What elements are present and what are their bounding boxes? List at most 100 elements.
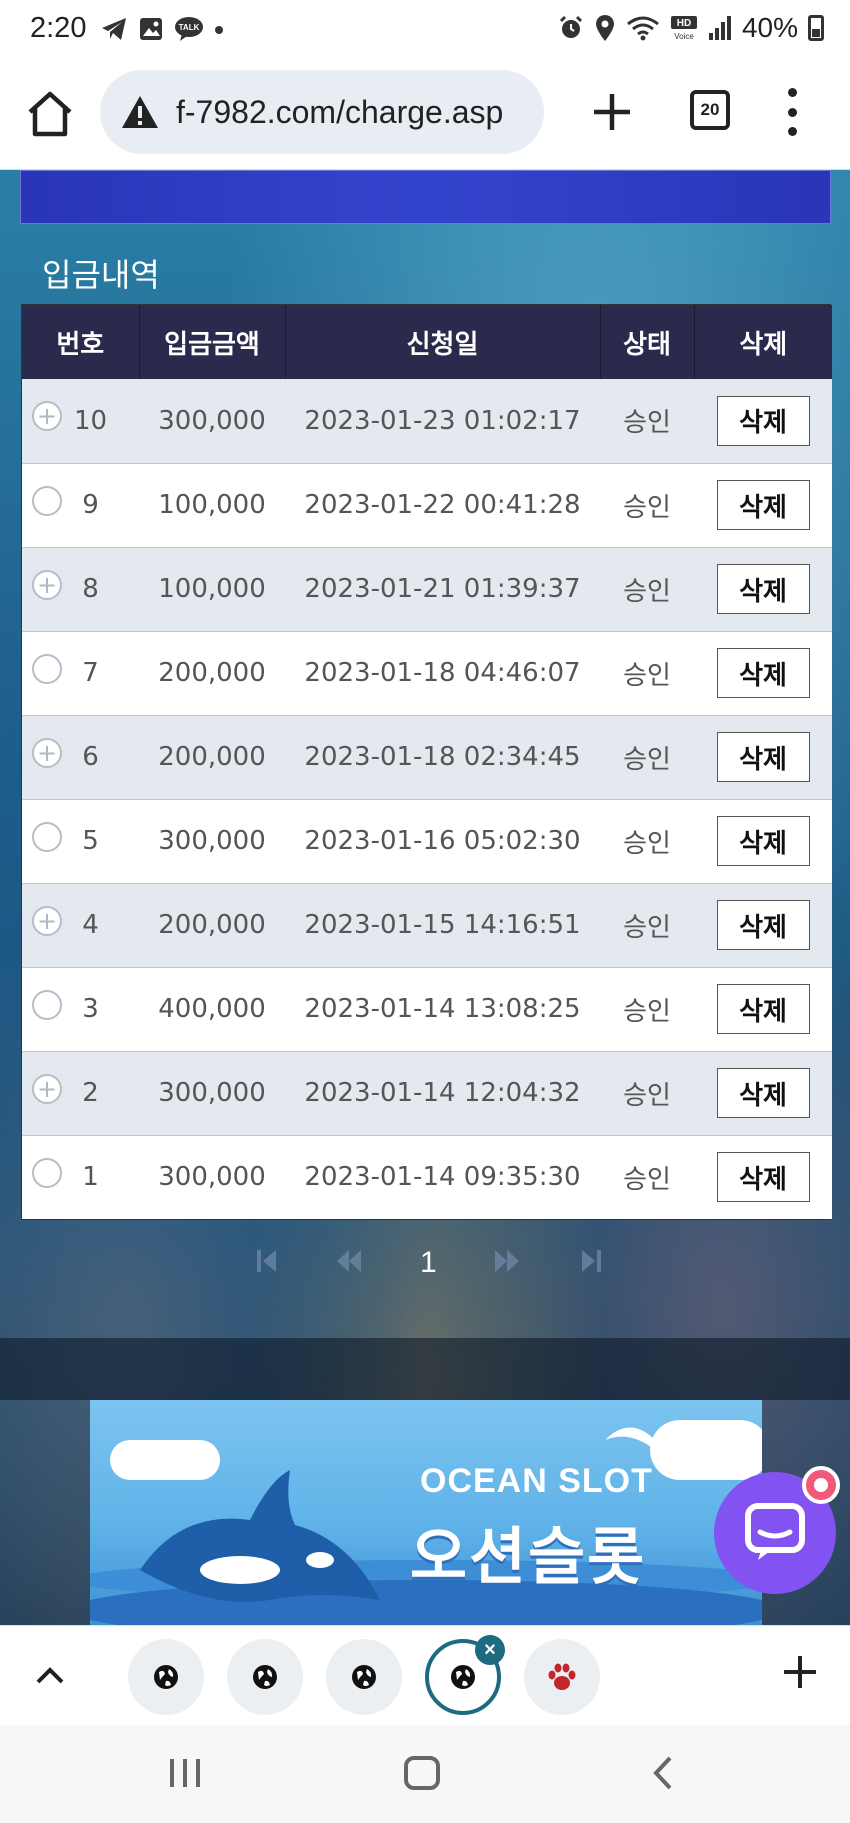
more-menu-icon[interactable] xyxy=(780,88,804,136)
delete-button[interactable]: 삭제 xyxy=(716,816,810,866)
row-delete-cell: 삭제 xyxy=(694,1051,832,1136)
table-row: 6 200,000 2023-01-18 02:34:45 승인 삭제 xyxy=(22,715,832,800)
svg-text:Voice: Voice xyxy=(674,32,694,41)
globe-icon xyxy=(451,1665,475,1689)
delete-button[interactable]: 삭제 xyxy=(716,480,810,530)
svg-text:TALK: TALK xyxy=(179,23,200,32)
deposit-history-table: 번호 입금금액 신청일 상태 삭제 10 300,000 2023-01-23 … xyxy=(21,304,832,1220)
delete-button[interactable]: 삭제 xyxy=(716,984,810,1034)
delete-button[interactable]: 삭제 xyxy=(716,395,810,446)
row-status: 승인 xyxy=(600,547,694,632)
tab-item[interactable] xyxy=(326,1639,402,1715)
row-status: 승인 xyxy=(600,799,694,884)
first-page-icon[interactable] xyxy=(254,1246,280,1276)
tab-strip: × xyxy=(0,1625,850,1725)
delete-button[interactable]: 삭제 xyxy=(716,564,810,614)
delete-button[interactable]: 삭제 xyxy=(716,1068,810,1118)
system-nav-bar xyxy=(0,1725,850,1823)
header-no: 번호 xyxy=(22,305,140,379)
new-tab-icon[interactable] xyxy=(590,90,634,134)
url-text[interactable]: f-7982.com/charge.asp xyxy=(176,94,503,131)
section-title: 입금내역 xyxy=(42,256,160,294)
row-date: 2023-01-22 00:41:28 xyxy=(285,463,600,548)
row-amount: 200,000 xyxy=(139,631,285,716)
delete-button[interactable]: 삭제 xyxy=(716,900,810,950)
chevron-up-icon[interactable] xyxy=(30,1656,70,1696)
tab-item[interactable] xyxy=(227,1639,303,1715)
add-tab-icon[interactable] xyxy=(780,1652,820,1692)
home-icon[interactable] xyxy=(24,88,76,140)
delete-button[interactable]: 삭제 xyxy=(716,1152,810,1203)
telegram-icon xyxy=(102,18,126,40)
row-no-cell: 5 xyxy=(22,799,139,884)
ocean-slot-banner[interactable]: OCEAN SLOT 오션슬롯 xyxy=(90,1400,762,1630)
row-delete-cell: 삭제 xyxy=(694,799,832,884)
row-no: 6 xyxy=(82,742,99,772)
row-delete-cell: 삭제 xyxy=(694,379,832,464)
tab-item-active[interactable]: × xyxy=(425,1635,505,1715)
row-delete-cell: 삭제 xyxy=(694,883,832,968)
last-page-icon[interactable] xyxy=(578,1246,604,1276)
prev-page-icon[interactable] xyxy=(334,1246,364,1276)
row-date: 2023-01-16 05:02:30 xyxy=(285,799,600,884)
globe-icon xyxy=(154,1665,178,1689)
pagination: 1 xyxy=(0,1246,850,1286)
row-delete-cell: 삭제 xyxy=(694,463,832,548)
row-no: 1 xyxy=(82,1162,99,1193)
select-row-radio[interactable] xyxy=(32,821,62,852)
row-amount: 100,000 xyxy=(139,547,285,632)
row-delete-cell: 삭제 xyxy=(694,631,832,716)
row-date: 2023-01-14 13:08:25 xyxy=(285,967,600,1052)
top-banner xyxy=(20,170,831,224)
row-no-cell: 3 xyxy=(22,967,139,1052)
row-amount: 400,000 xyxy=(139,967,285,1052)
row-date: 2023-01-15 14:16:51 xyxy=(285,883,600,968)
table-row: 9 100,000 2023-01-22 00:41:28 승인 삭제 xyxy=(22,463,832,548)
row-amount: 300,000 xyxy=(139,799,285,884)
row-date: 2023-01-14 12:04:32 xyxy=(285,1051,600,1136)
close-tab-icon[interactable]: × xyxy=(475,1635,505,1665)
expand-row-icon[interactable] xyxy=(32,737,62,768)
globe-icon xyxy=(253,1665,277,1689)
row-date: 2023-01-18 04:46:07 xyxy=(285,631,600,716)
home-nav-icon[interactable] xyxy=(402,1753,442,1793)
tab-switcher-button[interactable]: 20 xyxy=(690,90,730,130)
header-amount: 입금금액 xyxy=(139,305,286,379)
row-delete-cell: 삭제 xyxy=(694,715,832,800)
row-no: 10 xyxy=(73,405,108,436)
expand-row-icon[interactable] xyxy=(32,401,62,431)
row-date: 2023-01-23 01:02:17 xyxy=(285,379,600,464)
whale-icon xyxy=(140,1470,380,1602)
expand-row-icon[interactable] xyxy=(32,1073,62,1104)
recent-apps-icon[interactable] xyxy=(168,1753,202,1793)
table-row: 3 400,000 2023-01-14 13:08:25 승인 삭제 xyxy=(22,967,832,1052)
expand-row-icon[interactable] xyxy=(32,905,62,936)
table-row: 1 300,000 2023-01-14 09:35:30 승인 삭제 xyxy=(22,1135,832,1219)
current-page[interactable]: 1 xyxy=(420,1246,437,1280)
table-header-row: 번호 입금금액 신청일 상태 삭제 xyxy=(22,305,832,379)
back-icon[interactable] xyxy=(648,1753,678,1793)
battery-icon xyxy=(808,15,824,41)
tab-item[interactable] xyxy=(128,1639,204,1715)
row-status: 승인 xyxy=(600,1051,694,1136)
row-no: 2 xyxy=(82,1078,99,1108)
row-no: 3 xyxy=(82,994,99,1024)
select-row-radio[interactable] xyxy=(32,1157,62,1188)
tab-item[interactable] xyxy=(524,1639,600,1715)
row-no-cell: 6 xyxy=(22,715,139,800)
expand-row-icon[interactable] xyxy=(32,569,62,600)
row-no-cell: 8 xyxy=(22,547,139,632)
select-row-radio[interactable] xyxy=(32,989,62,1020)
select-row-radio[interactable] xyxy=(32,485,62,516)
alarm-icon xyxy=(559,15,583,38)
next-page-icon[interactable] xyxy=(492,1246,522,1276)
address-bar[interactable]: f-7982.com/charge.asp xyxy=(100,70,544,154)
warning-icon[interactable] xyxy=(120,94,160,130)
dot-icon xyxy=(215,26,223,34)
table-row: 10 300,000 2023-01-23 01:02:17 승인 삭제 xyxy=(22,379,832,464)
row-status: 승인 xyxy=(600,631,694,716)
row-no: 7 xyxy=(82,658,99,688)
delete-button[interactable]: 삭제 xyxy=(716,648,810,698)
delete-button[interactable]: 삭제 xyxy=(716,732,810,782)
select-row-radio[interactable] xyxy=(32,653,62,684)
